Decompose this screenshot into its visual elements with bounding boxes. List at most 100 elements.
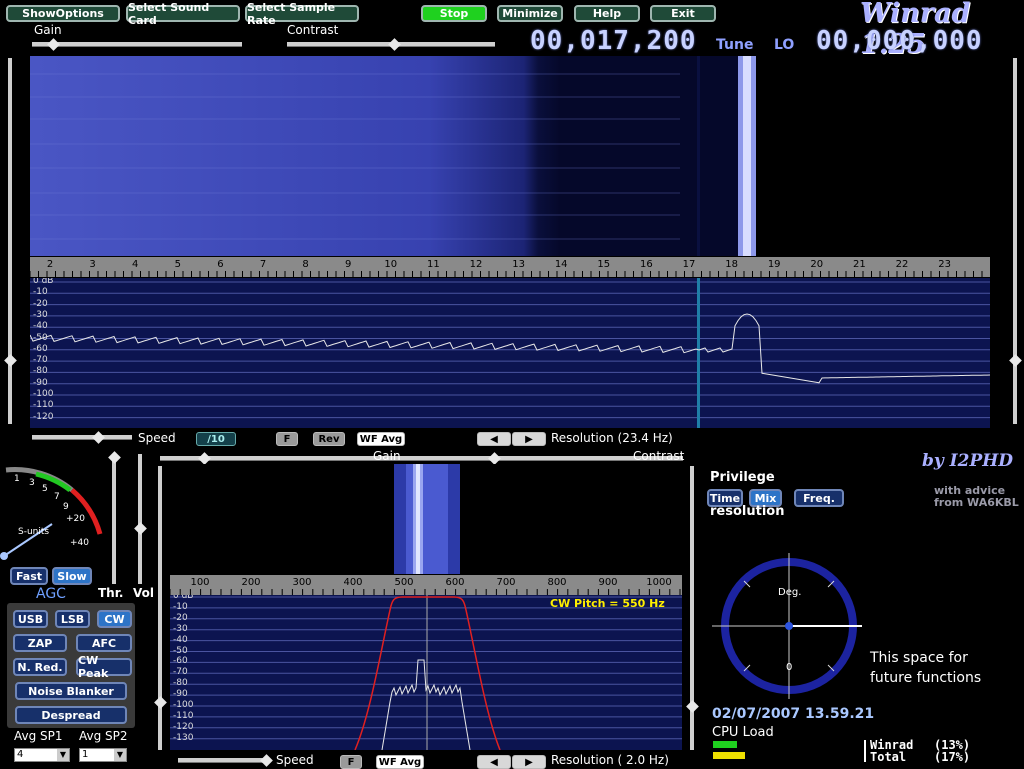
sub-speed-slider[interactable] bbox=[178, 758, 270, 763]
noise-reduction-button[interactable]: N. Red. bbox=[13, 658, 67, 676]
resolution-privilege-label: resolution bbox=[710, 504, 785, 519]
db-label: -80 bbox=[33, 366, 48, 377]
db-label: -30 bbox=[33, 309, 48, 320]
privilege-freq-button[interactable]: Freq. bbox=[794, 489, 844, 507]
agc-slow-button[interactable]: Slow bbox=[52, 567, 92, 585]
volume-slider[interactable] bbox=[138, 454, 142, 584]
s-label-3: 3 bbox=[29, 478, 35, 488]
volume-knob[interactable] bbox=[134, 522, 147, 535]
sub-gain-knob[interactable] bbox=[198, 452, 211, 465]
db-label: -60 bbox=[33, 343, 48, 354]
despread-button[interactable]: Despread bbox=[15, 706, 127, 724]
sub-right-vertical-knob[interactable] bbox=[686, 700, 699, 713]
exit-button[interactable]: Exit bbox=[650, 5, 716, 22]
minimize-button[interactable]: Minimize bbox=[497, 5, 563, 22]
db-label: 0 dB bbox=[173, 595, 194, 601]
show-options-button[interactable]: ShowOptions bbox=[6, 5, 120, 22]
left-vertical-knob[interactable] bbox=[4, 354, 17, 367]
sub-waterfall[interactable] bbox=[170, 464, 682, 574]
scale-tick-label: 16 bbox=[640, 259, 653, 270]
db-label: -20 bbox=[33, 298, 48, 309]
contrast-slider-knob[interactable] bbox=[388, 38, 401, 51]
speed-divider-button[interactable]: /10 bbox=[196, 432, 236, 446]
thr-label: Thr. bbox=[98, 586, 124, 600]
db-label: -110 bbox=[33, 400, 54, 411]
contrast-label: Contrast bbox=[287, 23, 339, 37]
tune-frequency[interactable]: 00,017,200 bbox=[530, 26, 697, 56]
zap-button[interactable]: ZAP bbox=[13, 634, 67, 652]
scale-tick-label: 12 bbox=[469, 259, 483, 270]
scale-tick-label: 17 bbox=[682, 259, 696, 270]
main-frequency-scale[interactable]: 2 3 4 5 6 7 8 9 10 11 12 13 14 15 16 17 18 19 20 21 22 23 bbox=[30, 257, 990, 277]
sub-resolution-right-arrow[interactable]: ▶ bbox=[512, 755, 546, 769]
right-vertical-slider[interactable] bbox=[1013, 58, 1017, 424]
sub-left-vertical-knob[interactable] bbox=[154, 696, 167, 709]
avg-sp2-select[interactable]: 1 ▼ bbox=[79, 748, 127, 762]
speed-slider[interactable] bbox=[32, 435, 132, 440]
gain-slider[interactable] bbox=[32, 42, 242, 47]
rev-button[interactable]: Rev bbox=[313, 432, 345, 446]
db-label: -70 bbox=[173, 667, 188, 678]
chevron-down-icon: ▼ bbox=[114, 749, 126, 761]
dial-zero-label: 0 bbox=[786, 662, 793, 673]
main-spectrum[interactable]: 0 dB -10 -20 -30 -40 -50 -60 -70 -80 -90 -100 -110-… bbox=[30, 278, 990, 428]
gain-slider-knob[interactable] bbox=[47, 38, 60, 51]
select-sound-card-button[interactable]: Select Sound Card bbox=[126, 1, 240, 27]
threshold-slider[interactable] bbox=[112, 454, 116, 584]
scale-tick-label: 3 bbox=[89, 259, 96, 270]
total-load-bar bbox=[713, 752, 863, 759]
sub-resolution-left-arrow[interactable]: ◀ bbox=[477, 755, 511, 769]
future-line-2: future functions bbox=[870, 670, 982, 686]
threshold-knob[interactable] bbox=[108, 451, 121, 464]
resolution-right-arrow[interactable]: ▶ bbox=[512, 432, 546, 446]
cw-button[interactable]: CW bbox=[97, 610, 132, 628]
agc-fast-button[interactable]: Fast bbox=[10, 567, 48, 585]
scale-tick-label: 7 bbox=[259, 259, 267, 270]
scale-tick-label: 600 bbox=[445, 577, 465, 588]
s-meter: 1 3 5 7 9 +20 +40 S-units bbox=[0, 452, 110, 562]
scale-tick-label: 500 bbox=[394, 577, 414, 588]
resolution-left-arrow[interactable]: ◀ bbox=[477, 432, 511, 446]
scale-tick-label: 5 bbox=[174, 259, 181, 270]
db-label: -90 bbox=[33, 377, 48, 388]
sub-speed-label: Speed bbox=[276, 753, 314, 767]
sub-gain-contrast-track[interactable] bbox=[160, 456, 683, 461]
scale-tick-label: 2 bbox=[46, 259, 54, 270]
gain-label: Gain bbox=[34, 23, 62, 37]
cw-peak-button[interactable]: CW Peak bbox=[76, 654, 132, 680]
afc-button[interactable]: AFC bbox=[76, 634, 132, 652]
lsb-button[interactable]: LSB bbox=[55, 610, 90, 628]
sub-contrast-knob[interactable] bbox=[488, 452, 501, 465]
help-button[interactable]: Help bbox=[574, 5, 640, 22]
speed-slider-knob[interactable] bbox=[92, 431, 105, 444]
db-label: -40 bbox=[173, 634, 188, 645]
left-vertical-slider[interactable] bbox=[8, 58, 12, 424]
db-label: -10 bbox=[173, 601, 188, 612]
stop-button[interactable]: Stop bbox=[421, 5, 487, 22]
usb-button[interactable]: USB bbox=[13, 610, 48, 628]
db-label: -10 bbox=[33, 287, 48, 298]
avg-sp1-select[interactable]: 4 ▼ bbox=[14, 748, 70, 762]
privilege-label: Privilege bbox=[710, 470, 775, 485]
cw-pitch-label: CW Pitch = 550 Hz bbox=[550, 597, 665, 610]
db-label: -130 bbox=[173, 732, 194, 743]
select-sample-rate-button[interactable]: Select Sample Rate bbox=[245, 1, 359, 27]
right-vertical-knob[interactable] bbox=[1009, 354, 1022, 367]
sub-speed-knob[interactable] bbox=[260, 754, 273, 767]
sub-spectrum[interactable]: 0 dB -10 -20 -30 -40 -50 -60 -70 -80 -90 -100 -110-… bbox=[170, 595, 682, 750]
sub-contrast-label: Contrast bbox=[633, 449, 685, 463]
total-load-pct: (17%) bbox=[934, 750, 971, 764]
sub-wf-avg-button[interactable]: WF Avg bbox=[376, 755, 424, 769]
noise-blanker-button[interactable]: Noise Blanker bbox=[15, 682, 127, 700]
scale-tick-label: 1000 bbox=[646, 577, 672, 588]
wf-avg-button[interactable]: WF Avg bbox=[357, 432, 405, 446]
sub-f-button[interactable]: F bbox=[340, 755, 362, 769]
main-waterfall[interactable] bbox=[30, 56, 990, 256]
db-label: -50 bbox=[33, 332, 48, 343]
scale-tick-label: 6 bbox=[217, 259, 224, 270]
db-label: -70 bbox=[33, 355, 48, 366]
author-label: by I2PHD bbox=[922, 451, 1014, 471]
lo-frequency[interactable]: 00,000,000 bbox=[816, 26, 983, 56]
sub-frequency-scale[interactable]: 100 200 300 400 500 600 700 800 900 1000 bbox=[170, 575, 682, 595]
f-button[interactable]: F bbox=[276, 432, 298, 446]
